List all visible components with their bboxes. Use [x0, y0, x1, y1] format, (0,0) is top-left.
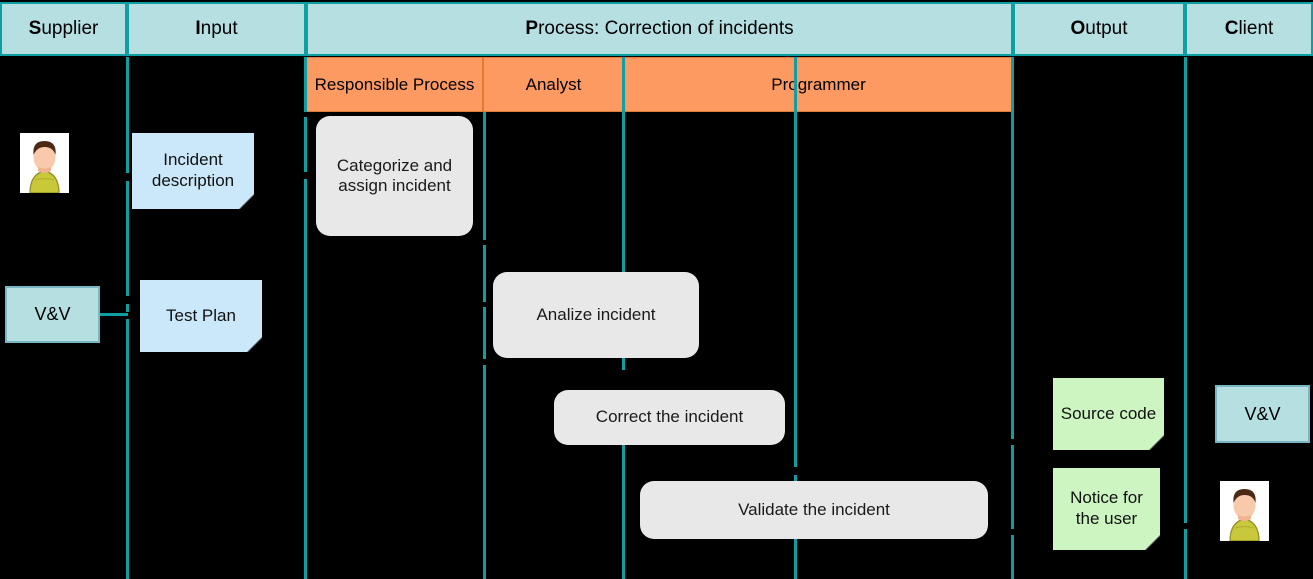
process-step-validate-the-incident-label: Validate the incident: [738, 499, 890, 519]
column-header-client: Client: [1185, 2, 1313, 56]
sipoc-diagram-canvas: Supplier Input Process: Correction of in…: [0, 0, 1313, 579]
process-step-categorize-and-assign-incident[interactable]: Categorize and assign incident: [316, 116, 473, 236]
column-header-supplier: Supplier: [0, 2, 127, 56]
lane-header-programmer-label: Programmer: [771, 74, 866, 94]
client-vv-label: V&V: [1244, 403, 1281, 424]
supplier-avatar: [20, 133, 69, 193]
divider-output-client: [1184, 57, 1187, 579]
input-document-test-plan: Test Plan: [140, 280, 262, 352]
client-avatar: [1220, 481, 1269, 541]
divider-input-process: [304, 57, 307, 579]
divider-supplier-input: [126, 57, 129, 579]
column-header-input-rest: nput: [200, 18, 238, 39]
column-header-process-rest: rocess: Correction of incidents: [538, 18, 794, 39]
column-header-input: Input: [127, 2, 306, 56]
input-document-test-plan-label: Test Plan: [166, 305, 236, 325]
output-document-source-code: Source code: [1053, 378, 1164, 450]
column-header-client-rest: lient: [1238, 18, 1274, 39]
column-header-output: Output: [1013, 2, 1185, 56]
document-fold-corner-icon: [1149, 435, 1164, 450]
process-step-correct-the-incident-label: Correct the incident: [595, 407, 744, 427]
input-document-incident-description: Incident description: [132, 133, 254, 209]
lane-header-analyst: Analyst: [483, 57, 624, 112]
column-header-process: Process: Correction of incidents: [306, 2, 1013, 56]
user-avatar-icon: [20, 133, 69, 193]
output-document-source-code-label: Source code: [1060, 403, 1157, 423]
document-fold-corner-icon: [1145, 535, 1160, 550]
client-vv-box: V&V: [1215, 385, 1310, 443]
divider-lane-responsible-analyst: [483, 57, 486, 579]
column-header-supplier-capital: S: [28, 18, 42, 39]
column-header-output-capital: O: [1070, 18, 1086, 39]
process-step-categorize-and-assign-incident-label: Categorize and assign incident: [336, 155, 453, 195]
document-fold-corner-icon: [239, 194, 254, 209]
lane-header-responsible-process: Responsible Process: [306, 57, 483, 112]
output-document-notice-for-the-user-label: Notice for the user: [1070, 488, 1143, 528]
process-step-validate-the-incident[interactable]: Validate the incident: [640, 481, 988, 539]
process-step-analize-incident[interactable]: Analize incident: [493, 272, 699, 358]
output-document-notice-for-the-user: Notice for the user: [1053, 468, 1160, 550]
column-header-output-rest: utput: [1085, 18, 1128, 39]
supplier-vv-box: V&V: [5, 286, 100, 343]
user-avatar-icon: [1220, 481, 1269, 541]
divider-process-output: [1011, 57, 1014, 579]
column-header-client-capital: C: [1224, 18, 1239, 39]
document-fold-corner-icon: [247, 337, 262, 352]
lane-header-responsible-process-label: Responsible Process: [314, 74, 475, 94]
process-step-analize-incident-label: Analize incident: [536, 304, 656, 324]
column-header-process-capital: P: [525, 18, 539, 39]
lane-header-analyst-label: Analyst: [525, 74, 582, 94]
supplier-vv-label: V&V: [34, 304, 71, 324]
input-document-incident-description-label: Incident description: [151, 150, 235, 190]
column-header-supplier-rest: upplier: [41, 18, 99, 39]
lane-header-programmer: Programmer: [624, 57, 1013, 112]
connector-supplier-vv: [100, 313, 128, 316]
process-step-correct-the-incident[interactable]: Correct the incident: [554, 390, 785, 445]
